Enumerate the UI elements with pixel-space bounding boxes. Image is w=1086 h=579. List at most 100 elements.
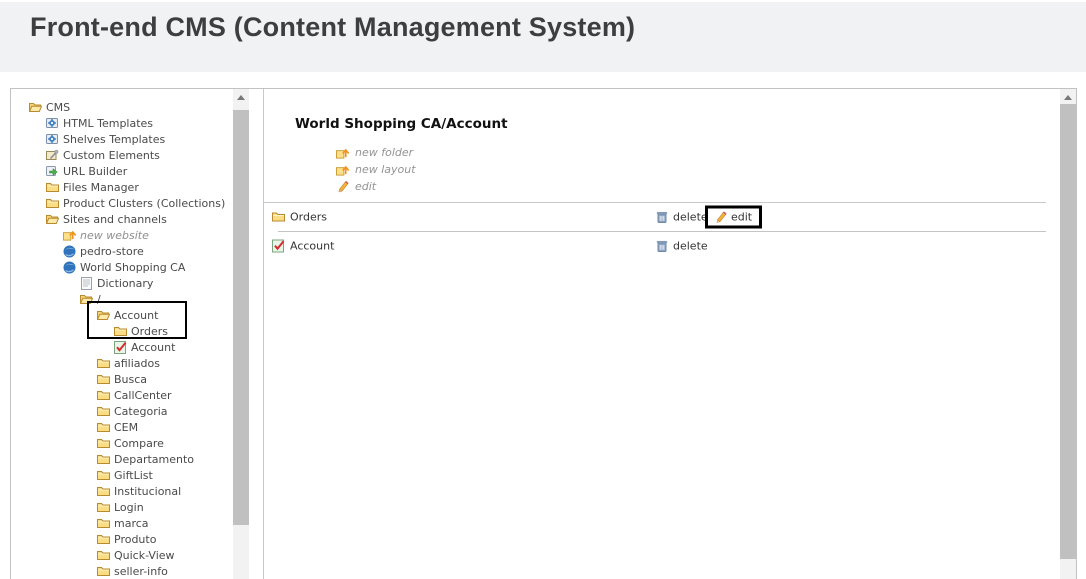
edit-link[interactable]: edit [335,178,416,195]
tree-item-dictionary[interactable]: Dictionary [11,275,233,291]
tree-item-cem[interactable]: CEM [11,419,233,435]
closed-folder-icon [96,373,110,385]
tree-item-label: CallCenter [114,389,172,402]
checked-page-icon [271,239,285,252]
tree-item-shelves-templates[interactable]: Shelves Templates [11,131,233,147]
tree-item-url-builder[interactable]: URL Builder [11,163,233,179]
app-header: Front-end CMS (Content Management System… [0,2,1086,72]
tree-highlight-box [87,301,187,339]
tree-item-categoria[interactable]: Categoria [11,403,233,419]
checked-page-icon [113,341,127,354]
closed-folder-icon [96,421,110,433]
tree-item-label: Files Manager [63,181,139,194]
tree-item-label: Shelves Templates [63,133,165,146]
closed-folder-icon [96,501,110,513]
closed-folder-icon [96,533,110,545]
tree-item-label: World Shopping CA [80,261,185,274]
content-actions: new folder new layout edit [335,144,416,195]
tree-item-quick-view[interactable]: Quick-View [11,547,233,563]
tree-item-pedro-store[interactable]: pedro-store [11,243,233,259]
custom-elements-icon [45,149,59,161]
tree-item-login[interactable]: Login [11,499,233,515]
tree-item-new-website[interactable]: new website [11,227,233,243]
template-icon [45,133,59,145]
tree-item-label: Busca [114,373,147,386]
new-item-icon [335,164,349,176]
new-layout-link[interactable]: new layout [335,161,416,178]
content-title: World Shopping CA/Account [295,116,508,132]
closed-folder-icon [96,389,110,401]
tree-item-afiliados[interactable]: afiliados [11,355,233,371]
tree-item-giftlist[interactable]: GiftList [11,467,233,483]
trash-icon [655,239,669,252]
tree-scrollbar[interactable] [233,89,249,579]
tree-item-files-manager[interactable]: Files Manager [11,179,233,195]
tree-item-product-clusters-collections[interactable]: Product Clusters (Collections) [11,195,233,211]
row-action-delete[interactable]: delete [655,239,708,252]
tree-item-world-shopping-ca[interactable]: World Shopping CA [11,259,233,275]
tree-item-seller-info[interactable]: seller-info [11,563,233,579]
tree-items: CMS HTML Templates Shelves Templates Custom… [11,99,233,579]
closed-folder-icon [96,453,110,465]
tree-item-busca[interactable]: Busca [11,371,233,387]
tree-item-label: pedro-store [80,245,144,258]
row-label: Account [290,239,334,252]
tree-item-html-templates[interactable]: HTML Templates [11,115,233,131]
pencil-icon [335,180,349,193]
tree-item-produto[interactable]: Produto [11,531,233,547]
closed-folder-icon [96,405,110,417]
row-main: Orders [271,210,327,223]
tree-item-callcenter[interactable]: CallCenter [11,387,233,403]
navigation-tree-panel: CMS HTML Templates Shelves Templates Custom… [11,89,264,579]
triangle-up-icon [237,95,245,100]
tree-item-marca[interactable]: marca [11,515,233,531]
globe-icon [62,261,76,274]
scroll-up-button[interactable] [1060,89,1076,105]
tree-item-custom-elements[interactable]: Custom Elements [11,147,233,163]
tree-item-label: CMS [46,101,70,114]
content-row-account: Account delete [264,231,1046,260]
tree-item-label: HTML Templates [63,117,153,130]
tree-item-label: Sites and channels [63,213,167,226]
new-folder-link[interactable]: new folder [335,144,416,161]
tree-item-label: CEM [114,421,138,434]
tree-item-label: Departamento [114,453,194,466]
tree-item-sites-and-channels[interactable]: Sites and channels [11,211,233,227]
content-area: World Shopping CA/Account new foldernew … [264,89,1060,579]
tree-item-account[interactable]: Account [11,339,233,355]
triangle-up-icon [1064,95,1072,100]
scrollbar-thumb[interactable] [233,110,249,525]
row-action-edit-highlighted[interactable]: edit [705,205,762,228]
action-label: new layout [355,163,416,176]
tree-item-institucional[interactable]: Institucional [11,483,233,499]
scrollbar-thumb[interactable] [1060,104,1076,559]
content-scrollbar[interactable] [1060,89,1076,579]
tree-item-cms[interactable]: CMS [11,99,233,115]
tree-item-label: new website [80,229,149,242]
scroll-up-button[interactable] [233,89,249,105]
closed-folder-icon [96,469,110,481]
url-builder-icon [45,165,59,177]
open-folder-icon [28,101,42,113]
open-folder-icon [45,213,59,225]
closed-folder-icon [96,357,110,369]
tree-item-departamento[interactable]: Departamento [11,451,233,467]
row-action-label: edit [731,210,752,223]
row-action-delete[interactable]: delete [655,210,708,223]
row-action-label: delete [673,239,708,252]
tree-item-label: URL Builder [63,165,127,178]
row-label: Orders [290,210,327,223]
tree-item-label: afiliados [114,357,160,370]
closed-folder-icon [96,485,110,497]
tree-item-label: Login [114,501,144,514]
trash-icon [655,210,669,223]
tree-item-compare[interactable]: Compare [11,435,233,451]
main-panel: CMS HTML Templates Shelves Templates Custom… [10,88,1077,579]
closed-folder-icon [96,565,110,577]
tree-item-label: marca [114,517,149,530]
tree-item-label: Custom Elements [63,149,160,162]
closed-folder-icon [45,181,59,193]
tree-item-label: Institucional [114,485,181,498]
template-icon [45,117,59,129]
tree-item-label: Categoria [114,405,168,418]
